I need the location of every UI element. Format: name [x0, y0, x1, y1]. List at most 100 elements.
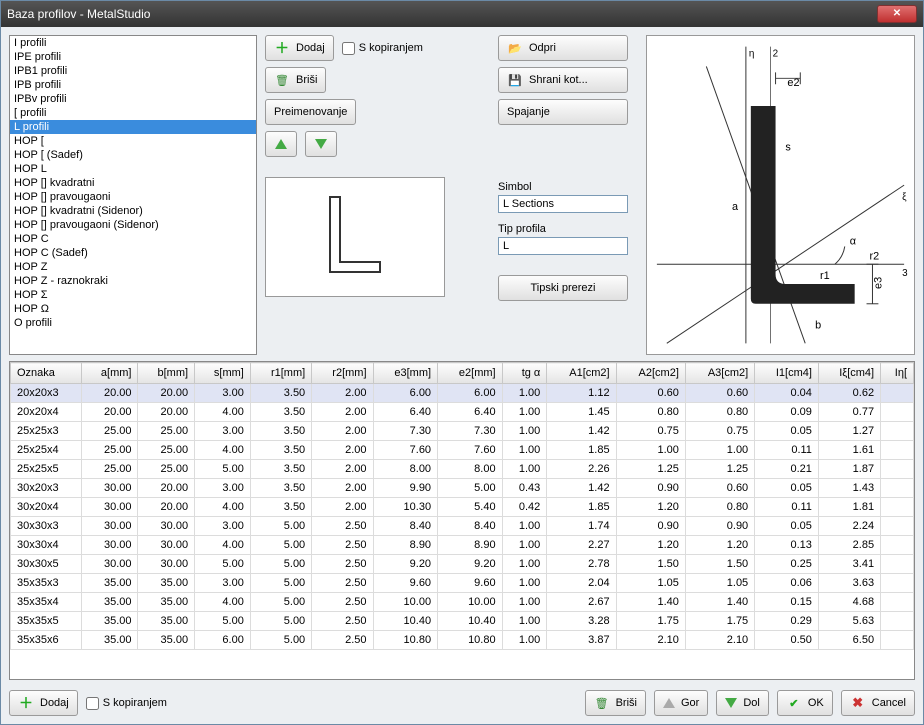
- column-header[interactable]: Iξ[cm4]: [818, 363, 880, 384]
- column-header[interactable]: tg α: [502, 363, 547, 384]
- profile-list-item[interactable]: HOP Z - raznokraki: [10, 274, 256, 288]
- table-cell: 25.00: [81, 460, 138, 479]
- column-header[interactable]: e2[mm]: [438, 363, 503, 384]
- profile-list-item[interactable]: HOP [: [10, 134, 256, 148]
- profile-list-item[interactable]: HOP C: [10, 232, 256, 246]
- column-header[interactable]: e3[mm]: [373, 363, 438, 384]
- column-header[interactable]: Oznaka: [11, 363, 82, 384]
- profile-list-item[interactable]: IPE profili: [10, 50, 256, 64]
- table-row[interactable]: 20x20x420.0020.004.003.502.006.406.401.0…: [11, 403, 914, 422]
- table-cell: 30.00: [81, 536, 138, 555]
- table-row[interactable]: 30x20x430.0020.004.003.502.0010.305.400.…: [11, 498, 914, 517]
- arrow-down-icon: [315, 139, 327, 149]
- table-row[interactable]: 35x35x535.0035.005.005.002.5010.4010.401…: [11, 612, 914, 631]
- column-header[interactable]: a[mm]: [81, 363, 138, 384]
- table-cell: 3.50: [250, 384, 311, 403]
- table-cell: 5.00: [195, 460, 251, 479]
- table-cell: 1.00: [502, 403, 547, 422]
- copy-checkbox-wrap[interactable]: S kopiranjem: [342, 42, 423, 55]
- profile-list-item[interactable]: IPBv profili: [10, 92, 256, 106]
- profile-type-list[interactable]: I profiliIPE profiliIPB1 profiliIPB prof…: [9, 35, 257, 355]
- table-cell: 1.42: [547, 422, 616, 441]
- svg-text:a: a: [732, 201, 739, 213]
- profile-list-item[interactable]: HOP [] pravougaoni (Sidenor): [10, 218, 256, 232]
- column-header[interactable]: A1[cm2]: [547, 363, 616, 384]
- table-cell: 10.80: [373, 631, 438, 650]
- rename-button[interactable]: Preimenovanje: [265, 99, 356, 125]
- profile-list-item[interactable]: HOP [ (Sadef): [10, 148, 256, 162]
- table-row[interactable]: 30x30x430.0030.004.005.002.508.908.901.0…: [11, 536, 914, 555]
- table-row[interactable]: 25x25x425.0025.004.003.502.007.607.601.0…: [11, 441, 914, 460]
- profile-list-item[interactable]: HOP Ω: [10, 302, 256, 316]
- profile-list-item[interactable]: L profili: [10, 120, 256, 134]
- table-cell: [881, 403, 914, 422]
- close-button[interactable]: ✕: [877, 5, 917, 23]
- svg-text:ξ: ξ: [902, 192, 907, 203]
- profile-list-item[interactable]: O profili: [10, 316, 256, 330]
- column-header[interactable]: s[mm]: [195, 363, 251, 384]
- type-input[interactable]: [498, 237, 628, 255]
- profile-list-item[interactable]: IPB profili: [10, 78, 256, 92]
- symbol-input[interactable]: [498, 195, 628, 213]
- table-cell: 4.68: [818, 593, 880, 612]
- profile-list-item[interactable]: HOP [] kvadratni (Sidenor): [10, 204, 256, 218]
- table-row[interactable]: 30x30x330.0030.003.005.002.508.408.401.0…: [11, 517, 914, 536]
- table-cell: 0.06: [755, 574, 819, 593]
- symbol-label: Simbol: [498, 181, 638, 193]
- column-header[interactable]: r1[mm]: [250, 363, 311, 384]
- arrow-up-icon: [663, 698, 675, 708]
- table-row[interactable]: 30x20x330.0020.003.003.502.009.905.000.4…: [11, 479, 914, 498]
- column-header[interactable]: I1[cm4]: [755, 363, 819, 384]
- typical-sections-button[interactable]: Tipski prerezi: [498, 275, 628, 301]
- add-button[interactable]: ＋ Dodaj: [265, 35, 334, 61]
- profile-list-item[interactable]: IPB1 profili: [10, 64, 256, 78]
- bottom-copy-checkbox[interactable]: [86, 697, 99, 710]
- move-up-button[interactable]: [265, 131, 297, 157]
- bottom-add-button[interactable]: ＋ Dodaj: [9, 690, 78, 716]
- profile-list-item[interactable]: I profili: [10, 36, 256, 50]
- table-row[interactable]: 30x30x530.0030.005.005.002.509.209.201.0…: [11, 555, 914, 574]
- merge-button[interactable]: Spajanje: [498, 99, 628, 125]
- profile-list-item[interactable]: HOP [] pravougaoni: [10, 190, 256, 204]
- column-header[interactable]: b[mm]: [138, 363, 195, 384]
- delete-button[interactable]: 🗑 Briši: [265, 67, 326, 93]
- table-cell: 3.28: [547, 612, 616, 631]
- save-as-button[interactable]: 💾 Shrani kot...: [498, 67, 628, 93]
- table-cell: 25.00: [138, 422, 195, 441]
- ok-button[interactable]: ✔ OK: [777, 690, 833, 716]
- table-cell: 5.00: [250, 574, 311, 593]
- table-cell: 6.00: [195, 631, 251, 650]
- column-header[interactable]: Iη[: [881, 363, 914, 384]
- table-row[interactable]: 25x25x525.0025.005.003.502.008.008.001.0…: [11, 460, 914, 479]
- table-cell: [881, 479, 914, 498]
- column-header[interactable]: A3[cm2]: [685, 363, 754, 384]
- table-cell: 30.00: [81, 498, 138, 517]
- table-row[interactable]: 35x35x435.0035.004.005.002.5010.0010.001…: [11, 593, 914, 612]
- profile-list-item[interactable]: HOP C (Sadef): [10, 246, 256, 260]
- profile-list-item[interactable]: HOP L: [10, 162, 256, 176]
- bottom-up-button[interactable]: Gor: [654, 690, 708, 716]
- profile-list-item[interactable]: HOP Z: [10, 260, 256, 274]
- bottom-down-button[interactable]: Dol: [716, 690, 769, 716]
- column-header[interactable]: r2[mm]: [312, 363, 373, 384]
- table-row[interactable]: 35x35x335.0035.003.005.002.509.609.601.0…: [11, 574, 914, 593]
- column-header[interactable]: A2[cm2]: [616, 363, 685, 384]
- profile-list-item[interactable]: [ profili: [10, 106, 256, 120]
- cancel-button[interactable]: ✖ Cancel: [841, 690, 915, 716]
- table-row[interactable]: 25x25x325.0025.003.003.502.007.307.301.0…: [11, 422, 914, 441]
- copy-checkbox[interactable]: [342, 42, 355, 55]
- bottom-copy-checkbox-wrap[interactable]: S kopiranjem: [86, 697, 167, 710]
- table-row[interactable]: 20x20x320.0020.003.003.502.006.006.001.0…: [11, 384, 914, 403]
- bottom-delete-button[interactable]: 🗑 Briši: [585, 690, 646, 716]
- table-cell: 0.80: [685, 403, 754, 422]
- profile-data-table[interactable]: Oznakaa[mm]b[mm]s[mm]r1[mm]r2[mm]e3[mm]e…: [9, 361, 915, 680]
- table-row[interactable]: 35x35x635.0035.006.005.002.5010.8010.801…: [11, 631, 914, 650]
- profile-list-item[interactable]: HOP Σ: [10, 288, 256, 302]
- table-cell: 35x35x6: [11, 631, 82, 650]
- table-cell: 5.00: [250, 631, 311, 650]
- table-cell: [881, 517, 914, 536]
- move-down-button[interactable]: [305, 131, 337, 157]
- table-cell: [881, 631, 914, 650]
- profile-list-item[interactable]: HOP [] kvadratni: [10, 176, 256, 190]
- open-button[interactable]: 📂 Odpri: [498, 35, 628, 61]
